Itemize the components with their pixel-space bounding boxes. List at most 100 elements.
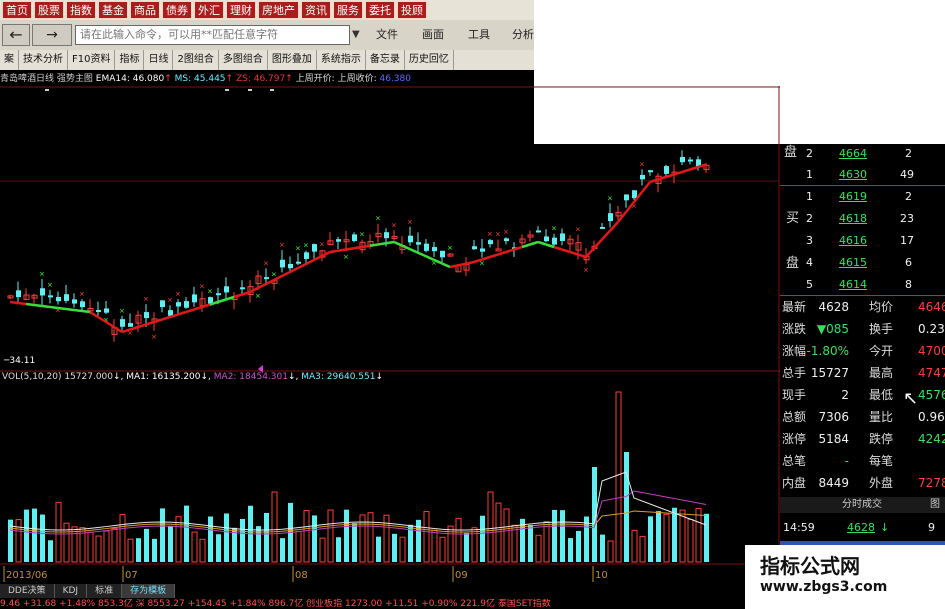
- volume-bar: [95, 535, 102, 563]
- menu-wealth[interactable]: 理财: [226, 1, 256, 19]
- marker-dash: [225, 89, 229, 91]
- toolbar-history[interactable]: 历史回忆: [405, 50, 454, 70]
- toolbar-case[interactable]: 案: [0, 50, 19, 70]
- candle-body: [144, 312, 149, 319]
- menu-service[interactable]: 服务: [333, 1, 363, 19]
- ma-segment: [553, 245, 563, 251]
- menu-stocks[interactable]: 股票: [34, 1, 64, 19]
- tab-standard[interactable]: 标准: [87, 584, 123, 598]
- toolbar-daily[interactable]: 日线: [144, 50, 174, 70]
- candle-body: [216, 293, 221, 296]
- kline-chart[interactable]: ××××××××××××××××× × × ××××× ××××× × × × ××××× 20…: [0, 86, 780, 582]
- ma-segment: [49, 305, 59, 310]
- toolbar-system[interactable]: 系统指示: [317, 50, 366, 70]
- stat-label: 内盘: [782, 476, 807, 490]
- menu-commodities[interactable]: 商品: [130, 1, 160, 19]
- volume-ma-lines: [9, 471, 707, 535]
- command-input[interactable]: 请在此输入命令，可以用**匹配任意字符: [75, 25, 350, 45]
- watermark-title: 指标公式网: [760, 554, 860, 578]
- back-button[interactable]: ←: [2, 24, 30, 46]
- volume-bar: [15, 519, 22, 563]
- menu-tools[interactable]: 工具: [468, 27, 490, 43]
- candles-group: ××××××××××××××××× × × ××××× ××××× × × × ×××××: [7, 150, 710, 342]
- stat-label: 总手: [782, 366, 807, 380]
- divider: [780, 295, 945, 296]
- ma-segment: [361, 244, 371, 249]
- candle-body: [288, 263, 293, 269]
- menu-funds[interactable]: 基金: [98, 1, 128, 19]
- stat-value: -1.80%: [806, 344, 849, 358]
- stat-label: 均价: [869, 300, 894, 314]
- stat-row: 涨幅 -1.80% 今开 4700: [782, 342, 945, 360]
- menu-bonds[interactable]: 债券: [162, 1, 192, 19]
- stat-label: 量比: [869, 410, 894, 424]
- candle-body: [416, 242, 421, 245]
- menu-analysis[interactable]: 分析: [512, 27, 534, 43]
- toolbar-indicator[interactable]: 指标: [115, 50, 145, 70]
- menu-home[interactable]: 首页: [2, 1, 32, 19]
- stat-label: 总笔: [782, 454, 807, 468]
- toolbar-overlay[interactable]: 图形叠加: [268, 50, 317, 70]
- toolbar-technical[interactable]: 技术分析: [19, 50, 68, 70]
- menu-advisor[interactable]: 投顾: [397, 1, 427, 19]
- toolbar-2chart[interactable]: 2图组合: [173, 50, 219, 70]
- ma-segment: [561, 248, 571, 254]
- ma-segment: [185, 308, 195, 314]
- month-label: 08: [295, 570, 308, 581]
- menu-realestate[interactable]: 房地产: [258, 1, 299, 19]
- menu-news[interactable]: 资讯: [301, 1, 331, 19]
- candle-body: [608, 213, 613, 222]
- ma-segment: [137, 323, 147, 329]
- menu-file[interactable]: 文件: [376, 27, 398, 43]
- ma-segment: [289, 266, 299, 274]
- ms-value: MS: 45.445: [174, 74, 226, 84]
- ma-segment: [417, 251, 427, 258]
- volume-bar: [336, 537, 341, 562]
- candle-body: [64, 294, 69, 301]
- volume-bar: [423, 510, 430, 563]
- chevron-down-icon[interactable]: ▼: [352, 25, 364, 45]
- toolbar-memo[interactable]: 备忘录: [366, 50, 405, 70]
- volume-bar: [687, 518, 694, 563]
- candle-body: [280, 259, 285, 268]
- sell-label: 盘: [784, 145, 798, 160]
- tab-save-template[interactable]: 存为模板: [122, 584, 176, 598]
- ma-segment: [641, 181, 651, 193]
- ma-segment: [585, 247, 595, 258]
- signal-mark: ×: [175, 290, 181, 298]
- stat-label: 涨幅: [782, 344, 807, 358]
- ma-segment: [89, 310, 99, 319]
- ma-segment: [33, 303, 43, 308]
- stat-label: 涨跌: [782, 322, 807, 336]
- ma-segment: [649, 178, 659, 184]
- signal-mark: ×: [375, 215, 381, 223]
- candle-body: [192, 294, 197, 303]
- menu-screen[interactable]: 画面: [422, 27, 444, 43]
- chart-toolbar: 案 技术分析 F10资料 指标 日线 2图组合 多图组合 图形叠加 系统指示 备…: [0, 50, 534, 70]
- forward-button[interactable]: →: [32, 24, 72, 46]
- candle-body: [536, 230, 541, 233]
- candle-body: [48, 295, 53, 298]
- ma-segment: [529, 240, 539, 246]
- menu-index[interactable]: 指数: [66, 1, 96, 19]
- ma-segment: [153, 318, 163, 324]
- marker-dash: [45, 89, 49, 91]
- tab-kdj[interactable]: KDJ: [54, 584, 88, 598]
- toolbar-f10[interactable]: F10资料: [68, 50, 116, 70]
- candle-body: [56, 296, 61, 302]
- volume-bar: [695, 507, 702, 563]
- ma-segment: [385, 240, 395, 245]
- candle-body: [184, 301, 189, 308]
- candle-body: [408, 235, 413, 243]
- volume-bar: [552, 509, 557, 562]
- ma-segment: [545, 243, 555, 249]
- ma-segment: [337, 248, 347, 252]
- toolbar-multichart[interactable]: 多图组合: [219, 50, 268, 70]
- ma-segment: [313, 254, 323, 262]
- menu-forex[interactable]: 外汇: [194, 1, 224, 19]
- volume-bar: [280, 538, 285, 562]
- stock-name: 青岛啤酒日线: [0, 74, 55, 84]
- signal-mark: ×: [143, 295, 149, 303]
- menu-order[interactable]: 委托: [365, 1, 395, 19]
- tab-dde[interactable]: DDE决策: [0, 584, 55, 598]
